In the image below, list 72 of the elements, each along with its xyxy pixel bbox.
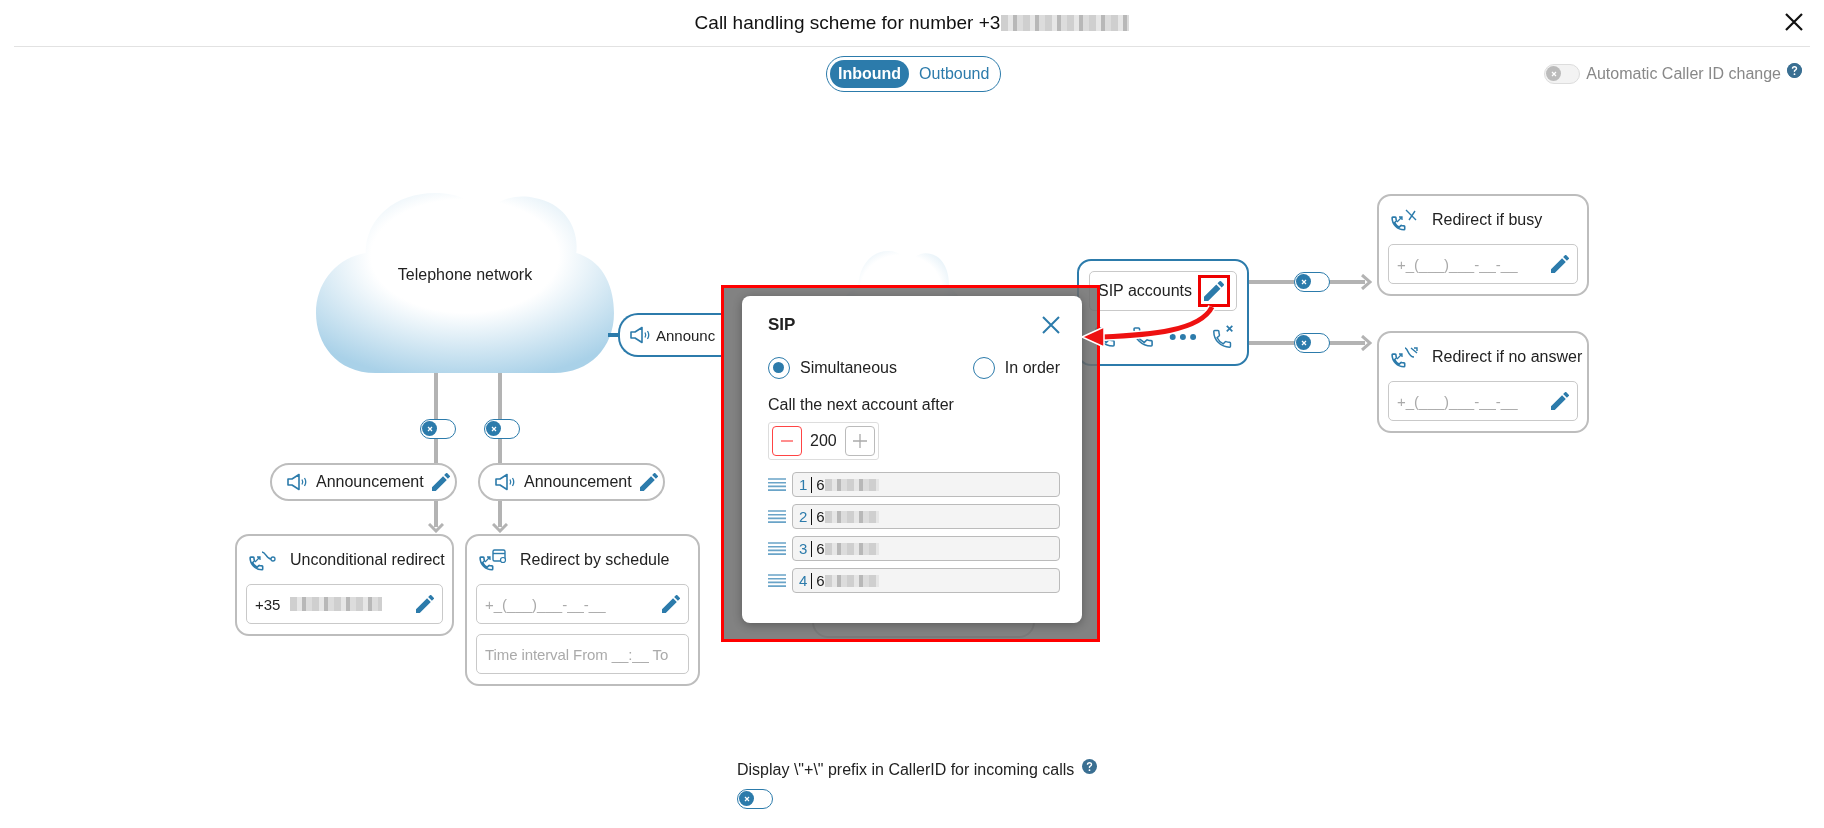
account-number: 6: [815, 572, 825, 589]
field-label: Call the next account after: [768, 396, 955, 414]
node-title: Redirect if busy: [1432, 211, 1543, 229]
direction-tab[interactable]: Outbound: [911, 60, 998, 88]
redirect-icon: [1390, 345, 1420, 369]
pencil-icon[interactable]: [431, 473, 450, 491]
cloud-label: Telephone network: [397, 266, 533, 284]
pencil-icon[interactable]: [1551, 255, 1569, 273]
redirect-icon: [248, 548, 278, 572]
account-field[interactable]: 3 6: [792, 536, 1060, 561]
toggle-label: Automatic Caller ID change: [1586, 65, 1781, 83]
drag-handle-icon[interactable]: [768, 573, 786, 588]
speaker-icon: [629, 326, 651, 344]
node-title: Redirect by schedule: [520, 551, 670, 569]
redaction-blur: [824, 510, 879, 523]
radio-label: Simultaneous: [800, 359, 897, 377]
speaker-icon: [286, 473, 308, 491]
decrement-button[interactable]: [772, 426, 802, 456]
close-icon[interactable]: [1784, 12, 1804, 32]
stepper-value: 200: [810, 432, 837, 450]
pencil-icon[interactable]: [416, 595, 434, 613]
node-label: Announcement: [524, 473, 632, 491]
node-label: Announc: [656, 326, 716, 344]
redaction-blur: [824, 574, 879, 587]
redaction-blur: [824, 478, 879, 491]
node-title: Redirect if no answer: [1432, 348, 1583, 366]
speaker-icon: [494, 473, 516, 491]
toggle-switch[interactable]: [420, 419, 456, 439]
redaction-blur: [824, 542, 879, 555]
pencil-icon[interactable]: [662, 595, 680, 613]
account-number: 6: [815, 476, 825, 493]
pencil-icon[interactable]: [1204, 281, 1224, 301]
account-index: 1: [799, 476, 813, 493]
input-field[interactable]: +_(___)___-__-__: [1388, 244, 1578, 284]
toggle-switch[interactable]: [484, 419, 520, 439]
plus-icon: [852, 434, 867, 448]
direction-tab[interactable]: Inbound: [830, 60, 910, 88]
node-label: SIP accounts: [1098, 282, 1192, 300]
input-field[interactable]: +_(___)___-__-__: [1388, 381, 1578, 421]
account-index: 2: [799, 508, 813, 525]
drag-handle-icon[interactable]: [768, 477, 786, 492]
toggle-switch[interactable]: [737, 789, 773, 809]
help-icon[interactable]: [1787, 62, 1802, 78]
redirect-icon: [478, 548, 508, 572]
announcement-node[interactable]: Announc: [618, 313, 721, 357]
minus-icon: [781, 440, 793, 442]
toggle-switch[interactable]: [1294, 333, 1330, 353]
node-title: Unconditional redirect: [290, 551, 445, 569]
dots-icon: [1169, 333, 1198, 341]
account-field[interactable]: 2 6: [792, 504, 1060, 529]
account-number: 6: [815, 540, 825, 557]
announcement-node[interactable]: Announcement: [478, 463, 665, 501]
account-index: 3: [799, 540, 813, 557]
announcement-node[interactable]: Announcement: [270, 463, 457, 501]
account-field[interactable]: 1 6: [792, 472, 1060, 497]
window-title: Call handling scheme for number +3: [694, 12, 1001, 34]
help-icon[interactable]: [1082, 759, 1098, 774]
account-index: 4: [799, 572, 813, 589]
drag-handle-icon[interactable]: [768, 541, 786, 556]
pencil-icon[interactable]: [1551, 392, 1569, 410]
account-field[interactable]: 4 6: [792, 568, 1060, 593]
input-field[interactable]: +_(___)___-__-__: [476, 584, 689, 624]
dialog-title: SIP: [768, 315, 796, 335]
account-number: 6: [815, 508, 825, 525]
radio-label: In order: [1004, 359, 1060, 377]
setting-label: Display \"+\" prefix in CallerID for incoming calls: [737, 761, 1075, 779]
input-field[interactable]: Time interval From __:__ To: [476, 634, 689, 674]
node-label: Announcement: [316, 473, 424, 491]
toggle-switch[interactable]: [1294, 272, 1330, 292]
drag-handle-icon[interactable]: [768, 509, 786, 524]
pencil-icon[interactable]: [639, 473, 658, 491]
phone-icon: [1131, 324, 1156, 350]
